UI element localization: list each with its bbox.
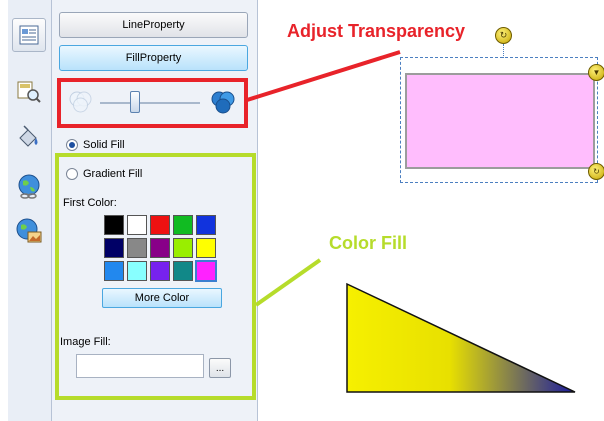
solid-fill-option[interactable]: Solid Fill — [66, 139, 125, 151]
transparency-highlight-box — [57, 78, 248, 128]
rotation-stem — [503, 44, 504, 58]
globe-link-icon[interactable] — [12, 170, 46, 204]
color-fill-callout: Color Fill — [329, 233, 407, 253]
solid-fill-radio[interactable] — [66, 139, 78, 151]
resize-handle-icon[interactable]: ▼ — [588, 64, 604, 81]
fill-bucket-icon[interactable] — [12, 120, 46, 154]
line-property-button[interactable]: LineProperty — [59, 12, 248, 38]
green-connector-line — [254, 258, 322, 307]
rotation-handle-icon[interactable]: ↻ — [495, 27, 512, 44]
tool-strip — [8, 0, 52, 421]
gradient-triangle-shape[interactable] — [345, 282, 577, 394]
adjust-transparency-callout: Adjust Transparency — [287, 21, 466, 41]
solid-fill-label: Solid Fill — [83, 139, 125, 151]
pink-rectangle-shape[interactable] — [405, 73, 595, 169]
search-object-icon[interactable] — [12, 74, 46, 108]
red-connector-line — [246, 50, 401, 102]
fill-property-button[interactable]: FillProperty — [59, 45, 248, 71]
color-fill-highlight-box — [55, 153, 256, 400]
rotate-corner-handle-icon[interactable]: ↻ — [588, 163, 604, 180]
page-properties-icon[interactable] — [12, 18, 46, 52]
globe-image-icon[interactable] — [12, 214, 46, 248]
